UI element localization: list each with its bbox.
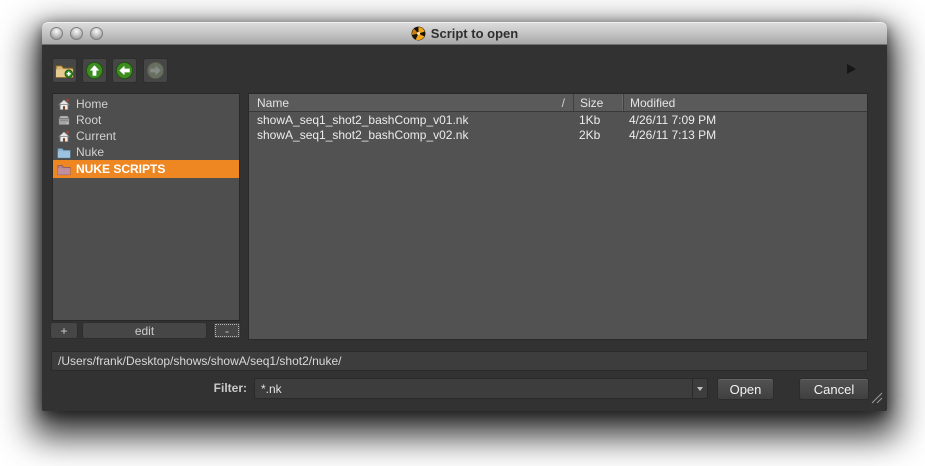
window-title: Script to open (431, 26, 518, 41)
chevron-down-icon[interactable] (692, 379, 707, 398)
disk-icon (57, 113, 71, 127)
nuke-logo-icon (411, 26, 426, 41)
script-to-open-dialog: Script to open (42, 22, 887, 411)
add-bookmark-button[interactable]: + (50, 322, 78, 339)
titlebar[interactable]: Script to open (42, 22, 887, 45)
file-list-header: Name / Size Modified (249, 94, 867, 112)
sidebar-item-label: Home (76, 97, 108, 111)
file-size: 1Kb (573, 113, 623, 127)
file-name: showA_seq1_shot2_bashComp_v02.nk (249, 128, 573, 142)
column-header-modified[interactable]: Modified (623, 94, 867, 111)
path-input[interactable] (51, 351, 868, 371)
arrow-right-icon (146, 61, 165, 80)
forward-button[interactable] (143, 58, 168, 83)
filter-combobox[interactable]: *.nk (254, 378, 708, 399)
sidebar-item-nuke-scripts[interactable]: NUKE SCRIPTS (53, 160, 239, 178)
bookmarks-panel: Home Root Curren (52, 93, 240, 321)
file-modified: 4/26/11 7:09 PM (623, 113, 867, 127)
filter-label: Filter: (142, 381, 247, 395)
back-button[interactable] (112, 58, 137, 83)
sidebar-item-label: Nuke (76, 145, 104, 159)
sidebar-item-home[interactable]: Home (53, 96, 239, 112)
sidebar-item-current[interactable]: Current (53, 128, 239, 144)
folder-pink-icon (57, 163, 71, 176)
resize-grip[interactable] (870, 391, 883, 409)
file-row[interactable]: showA_seq1_shot2_bashComp_v02.nk 2Kb 4/2… (249, 127, 867, 142)
sidebar-item-label: NUKE SCRIPTS (76, 162, 165, 176)
sidebar-item-nuke[interactable]: Nuke (53, 144, 239, 160)
open-button[interactable]: Open (717, 378, 774, 400)
sidebar-item-label: Root (76, 113, 101, 127)
file-list-panel: Name / Size Modified showA_seq1_shot2_ba… (248, 93, 868, 340)
file-size: 2Kb (573, 128, 623, 142)
edit-bookmark-button[interactable]: edit (82, 322, 207, 339)
cancel-button[interactable]: Cancel (799, 378, 869, 400)
sort-indicator: / (562, 96, 573, 110)
filter-value: *.nk (255, 382, 692, 396)
file-row[interactable]: showA_seq1_shot2_bashComp_v01.nk 1Kb 4/2… (249, 112, 867, 127)
right-triangle-icon[interactable] (847, 64, 856, 74)
sidebar-item-root[interactable]: Root (53, 112, 239, 128)
folder-blue-icon (57, 146, 71, 159)
file-name: showA_seq1_shot2_bashComp_v01.nk (249, 113, 573, 127)
file-modified: 4/26/11 7:13 PM (623, 128, 867, 142)
up-directory-button[interactable] (82, 58, 107, 83)
home-icon (57, 129, 71, 143)
remove-bookmark-button[interactable]: - (213, 322, 241, 339)
home-icon (57, 97, 71, 111)
column-header-name[interactable]: Name / (249, 94, 573, 111)
column-header-size[interactable]: Size (573, 94, 623, 111)
arrow-up-icon (85, 61, 104, 80)
new-folder-icon (55, 62, 74, 79)
arrow-left-icon (115, 61, 134, 80)
new-folder-button[interactable] (52, 58, 77, 83)
sidebar-item-label: Current (76, 129, 116, 143)
